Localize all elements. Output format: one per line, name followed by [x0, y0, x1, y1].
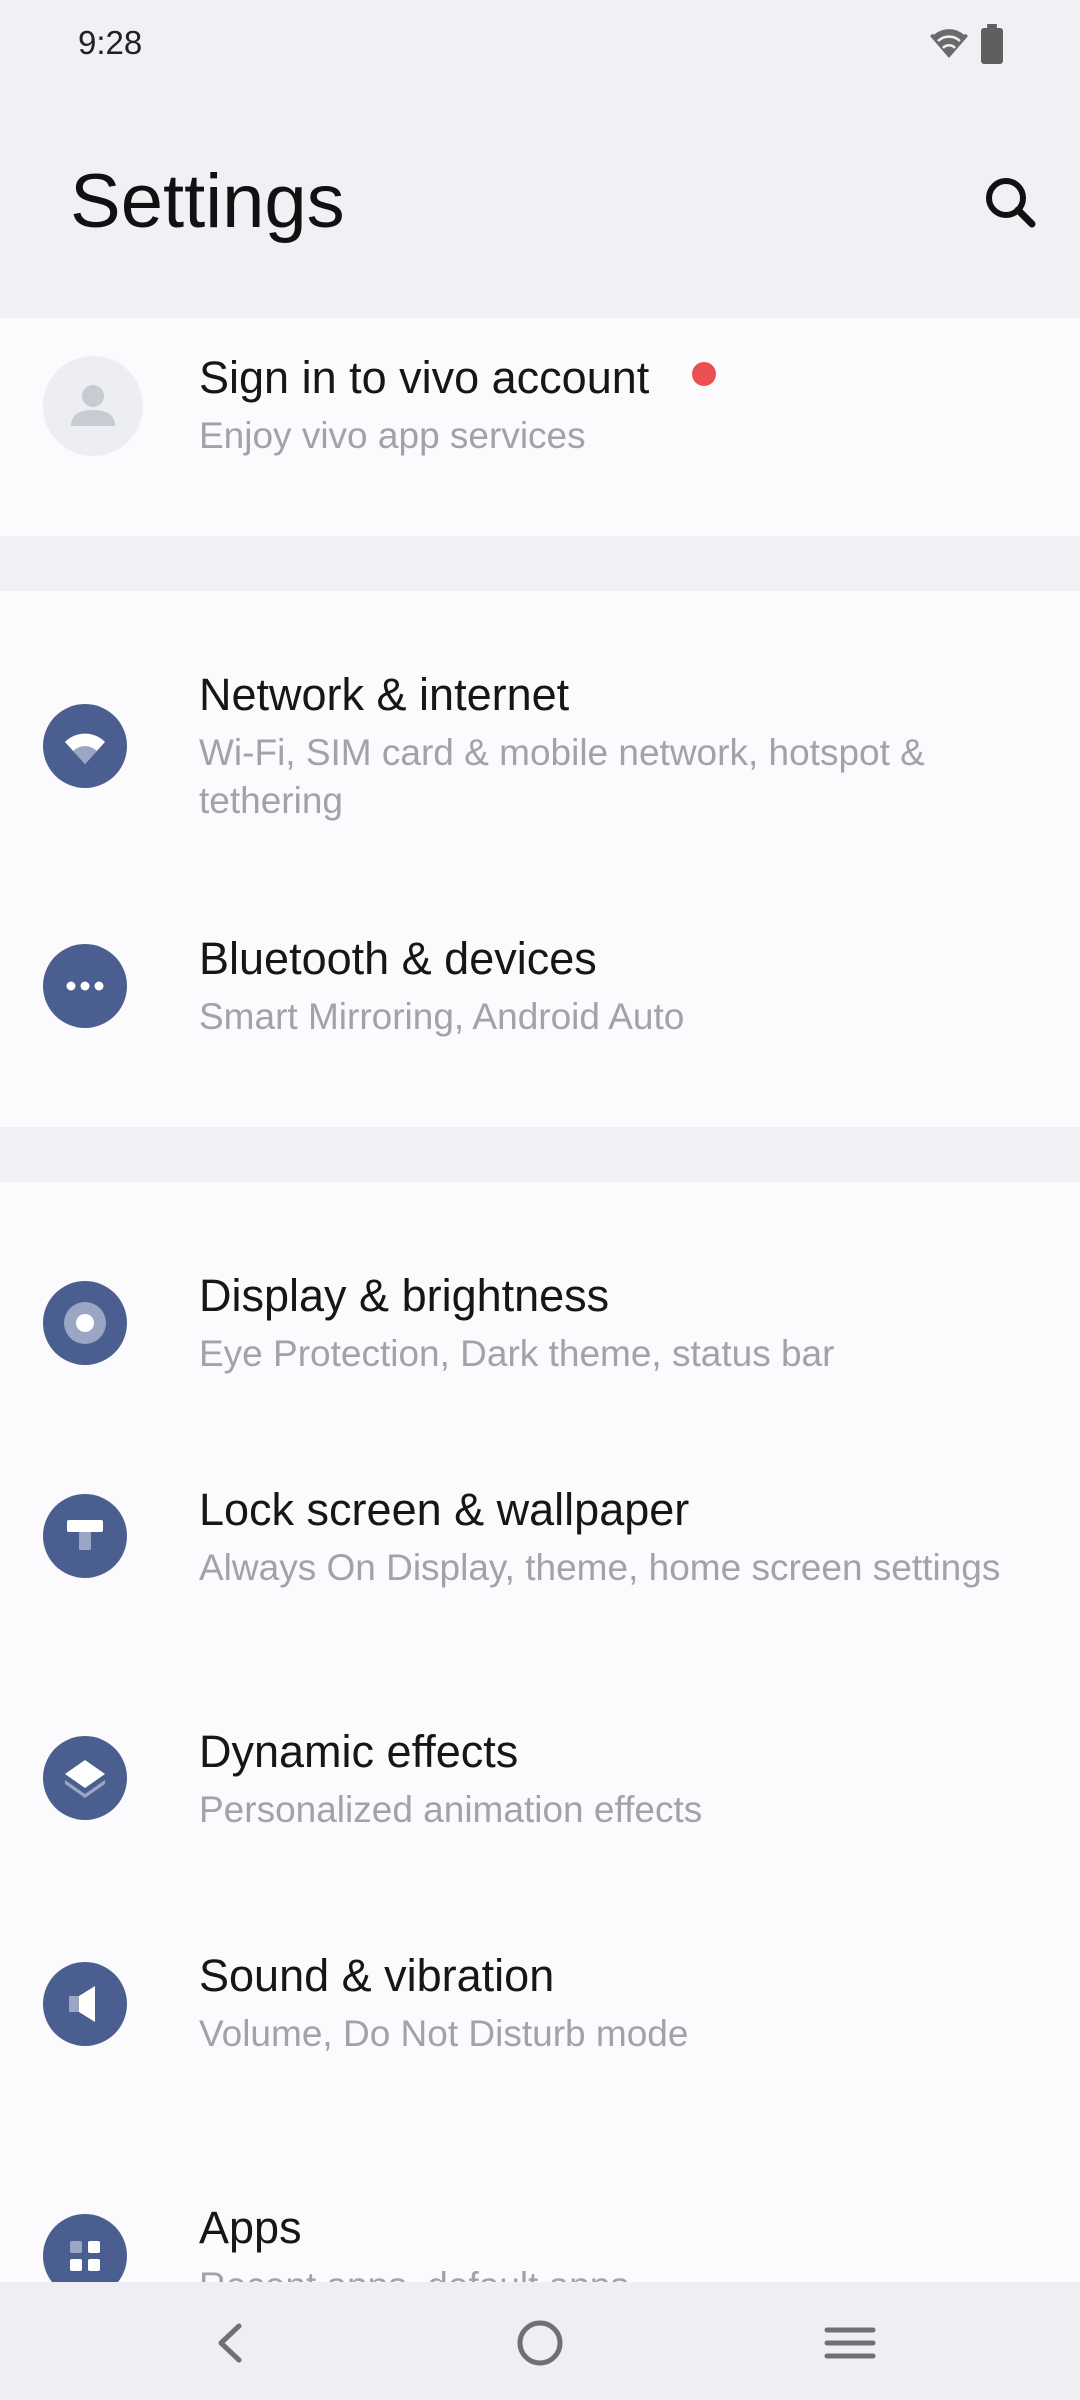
home-icon[interactable]	[505, 2308, 575, 2378]
avatar-icon	[43, 356, 143, 456]
network-title: Network & internet	[199, 669, 570, 720]
navigation-bar	[0, 2282, 1080, 2400]
bluetooth-subtitle: Smart Mirroring, Android Auto	[199, 996, 685, 1037]
display-subtitle: Eye Protection, Dark theme, status bar	[199, 1333, 835, 1374]
settings-group-connectivity: Network & internet Wi-Fi, SIM card & mob…	[0, 591, 1080, 1127]
dynamic-effects-subtitle: Personalized animation effects	[199, 1789, 703, 1830]
battery-icon	[981, 24, 1003, 64]
page-title: Settings	[70, 159, 345, 244]
settings-item-bluetooth[interactable]: Bluetooth & devices Smart Mirroring, And…	[0, 853, 1080, 1127]
dynamic-effects-title: Dynamic effects	[199, 1726, 519, 1777]
sound-subtitle: Volume, Do Not Disturb mode	[199, 2013, 689, 2054]
display-title: Display & brightness	[199, 1270, 610, 1321]
paint-roller-icon	[43, 1494, 127, 1578]
sound-title: Sound & vibration	[199, 1950, 555, 2001]
account-subtitle: Enjoy vivo app services	[199, 415, 586, 456]
settings-item-sound[interactable]: Sound & vibration Volume, Do Not Disturb…	[0, 1882, 1080, 2108]
speaker-icon	[43, 1962, 127, 2046]
wifi-icon	[930, 26, 968, 58]
header: Settings	[0, 90, 1080, 318]
more-horiz-icon	[43, 944, 127, 1028]
settings-item-display[interactable]: Display & brightness Eye Protection, Dar…	[0, 1182, 1080, 1394]
back-icon[interactable]	[193, 2308, 263, 2378]
settings-item-dynamic-effects[interactable]: Dynamic effects Personalized animation e…	[0, 1656, 1080, 1882]
lockscreen-title: Lock screen & wallpaper	[199, 1484, 690, 1535]
search-icon[interactable]	[978, 170, 1042, 234]
settings-group-personalization: Display & brightness Eye Protection, Dar…	[0, 1182, 1080, 2400]
lockscreen-subtitle: Always On Display, theme, home screen se…	[199, 1547, 1001, 1588]
brightness-icon	[43, 1281, 127, 1365]
account-title: Sign in to vivo account	[199, 352, 650, 403]
apps-subtitle: Recent apps, default apps	[199, 2262, 1019, 2282]
settings-item-apps-content[interactable]: Apps Recent apps, default apps	[0, 2170, 1080, 2282]
settings-item-lockscreen[interactable]: Lock screen & wallpaper Always On Displa…	[0, 1394, 1080, 1656]
status-time: 9:28	[78, 24, 143, 61]
network-subtitle: Wi-Fi, SIM card & mobile network, hotspo…	[199, 732, 925, 821]
notification-badge	[692, 362, 716, 386]
bluetooth-title: Bluetooth & devices	[199, 933, 597, 984]
menu-icon[interactable]	[815, 2308, 885, 2378]
apps-title: Apps	[199, 2202, 302, 2253]
wifi-icon	[43, 704, 127, 788]
layers-icon	[43, 1736, 127, 1820]
apps-grid-icon	[43, 2214, 127, 2282]
status-bar: 9:28	[0, 0, 1080, 90]
account-card[interactable]: Sign in to vivo account Enjoy vivo app s…	[0, 318, 1080, 536]
settings-item-network[interactable]: Network & internet Wi-Fi, SIM card & mob…	[0, 591, 1080, 853]
settings-screen: 9:28 Settings Sign in to vivo account En…	[0, 0, 1080, 2400]
